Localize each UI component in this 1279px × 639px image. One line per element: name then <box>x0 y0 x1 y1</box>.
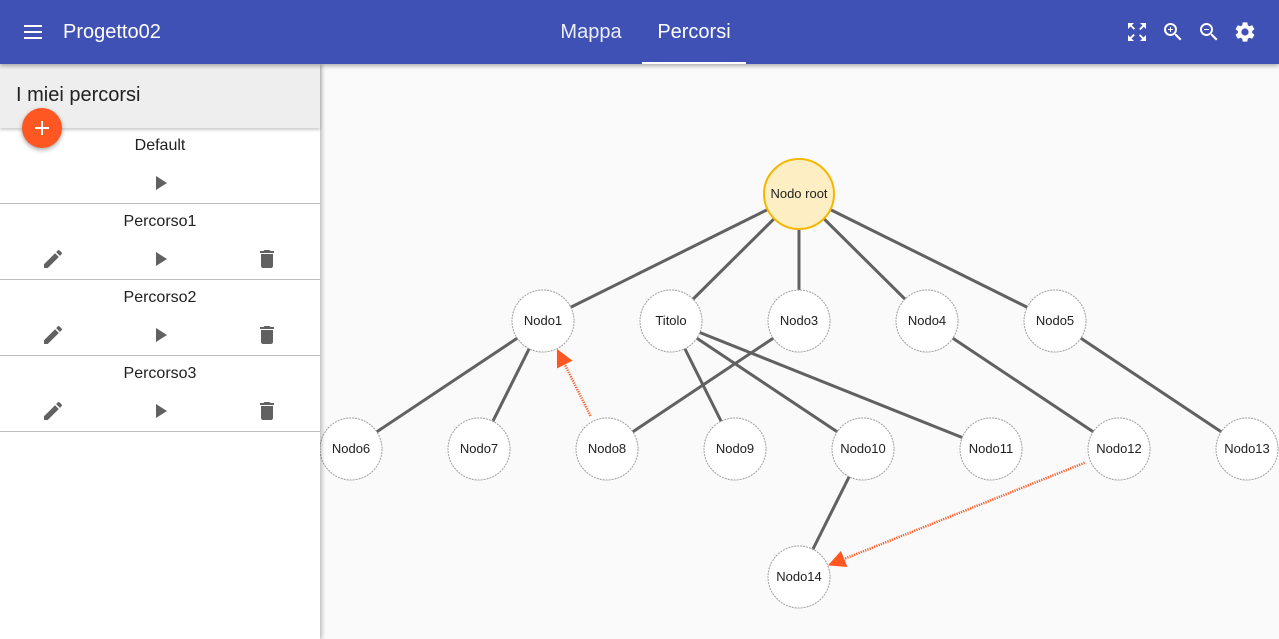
edge-n4-n12 <box>926 319 1120 451</box>
route-item-percorso3: Percorso3 <box>0 356 320 432</box>
node-label: Nodo6 <box>332 441 370 456</box>
play-icon <box>156 252 167 266</box>
node-label: Nodo7 <box>460 441 498 456</box>
graph-node-n13[interactable]: Nodo13 <box>1215 417 1279 481</box>
play-route-button[interactable] <box>148 323 172 347</box>
zoom-out-icon <box>1200 23 1218 41</box>
route-name: Percorso2 <box>123 289 197 306</box>
delete-icon <box>260 250 274 268</box>
route-item-percorso2: Percorso2 <box>0 280 320 356</box>
node-label: Nodo3 <box>780 313 818 328</box>
play-icon <box>156 328 167 342</box>
route-item-percorso1: Percorso1 <box>0 204 320 280</box>
node-label: Nodo8 <box>588 441 626 456</box>
delete-route-button[interactable] <box>255 399 279 423</box>
delete-route-button[interactable] <box>255 323 279 347</box>
fullscreen-button[interactable] <box>1125 20 1149 44</box>
edit-route-button[interactable] <box>41 323 65 347</box>
app-bar: Progetto02 Mappa Percorsi <box>0 0 1279 64</box>
graph-node-n6[interactable]: Nodo6 <box>320 417 383 481</box>
edge-n5-n13 <box>1054 319 1248 451</box>
delete-route-button[interactable] <box>255 247 279 271</box>
edit-icon <box>44 401 63 420</box>
node-label: Nodo12 <box>1096 441 1142 456</box>
node-label: Nodo5 <box>1036 313 1074 328</box>
node-label: Nodo4 <box>908 313 946 328</box>
settings-icon <box>1235 22 1255 42</box>
graph-node-n4[interactable]: Nodo4 <box>895 289 959 353</box>
play-route-button[interactable] <box>148 247 172 271</box>
add-route-button[interactable] <box>22 108 62 148</box>
fullscreen-icon <box>1128 23 1146 41</box>
tab-mappa[interactable]: Mappa <box>540 0 642 64</box>
edge-n1-n6 <box>350 319 544 451</box>
graph-node-n7[interactable]: Nodo7 <box>447 417 511 481</box>
routes-sidebar: I miei percorsi Default Percorso1 Percor… <box>0 64 320 639</box>
graph-node-root[interactable]: Nodo root <box>763 158 835 230</box>
graph-canvas[interactable]: Nodo root Nodo1 Titolo Nodo3 Nodo4 Nodo5 Nodo6… <box>320 64 1279 639</box>
node-label: Nodo root <box>770 186 827 201</box>
graph-node-n5[interactable]: Nodo5 <box>1023 289 1087 353</box>
graph-node-n9[interactable]: Nodo9 <box>703 417 767 481</box>
settings-button[interactable] <box>1233 20 1257 44</box>
link-arrow-n8-n1[interactable] <box>556 348 592 417</box>
edit-icon <box>44 325 63 344</box>
node-label: Nodo9 <box>716 441 754 456</box>
play-route-button[interactable] <box>148 399 172 423</box>
zoom-out-button[interactable] <box>1197 20 1221 44</box>
play-icon <box>156 176 167 190</box>
active-tab-indicator <box>642 62 746 64</box>
route-name: Percorso3 <box>123 365 197 382</box>
graph-node-n3[interactable]: Nodo3 <box>767 289 831 353</box>
node-label: Titolo <box>655 313 686 328</box>
app-title: Progetto02 <box>63 21 161 43</box>
graph-node-n10[interactable]: Nodo10 <box>831 417 895 481</box>
graph-node-n11[interactable]: Nodo11 <box>959 417 1023 481</box>
mind-map-graph[interactable]: Nodo root Nodo1 Titolo Nodo3 Nodo4 Nodo5 Nodo6… <box>320 64 1279 639</box>
delete-icon <box>260 326 274 344</box>
node-label: Nodo10 <box>840 441 886 456</box>
play-icon <box>156 404 167 418</box>
graph-node-n1[interactable]: Nodo1 <box>511 289 575 353</box>
graph-node-t[interactable]: Titolo <box>639 289 703 353</box>
node-label: Nodo1 <box>524 313 562 328</box>
menu-icon-bar <box>24 31 42 33</box>
sidebar-title: I miei percorsi <box>16 84 141 106</box>
graph-node-n14[interactable]: Nodo14 <box>767 545 831 609</box>
edit-icon <box>44 249 63 268</box>
zoom-in-button[interactable] <box>1161 20 1185 44</box>
node-label: Nodo14 <box>776 569 822 584</box>
menu-icon-bar <box>24 37 42 39</box>
delete-icon <box>260 402 274 420</box>
add-icon <box>35 121 49 135</box>
graph-node-n12[interactable]: Nodo12 <box>1087 417 1151 481</box>
zoom-in-icon <box>1164 23 1182 41</box>
node-label: Nodo13 <box>1224 441 1270 456</box>
node-label: Nodo11 <box>969 441 1014 456</box>
edit-route-button[interactable] <box>41 399 65 423</box>
graph-node-n8[interactable]: Nodo8 <box>575 417 639 481</box>
menu-icon <box>24 25 42 27</box>
tab-percorsi[interactable]: Percorsi <box>642 0 746 64</box>
menu-button[interactable] <box>18 18 48 46</box>
route-name: Percorso1 <box>123 213 197 230</box>
play-route-button[interactable] <box>148 171 172 195</box>
edit-route-button[interactable] <box>41 247 65 271</box>
